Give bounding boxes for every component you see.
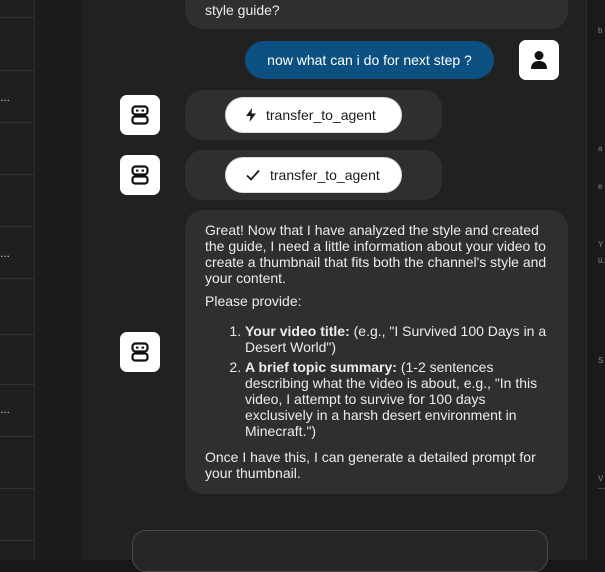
sidebar-divider [0, 226, 34, 227]
assistant-intro-text: Great! Now that I have analyzed the styl… [205, 222, 547, 286]
sidebar-divider [0, 436, 34, 437]
user-message-text: now what can i do for next step ? [267, 52, 472, 68]
right-panel-divider [598, 262, 605, 263]
assistant-message-body: Great! Now that I have analyzed the styl… [205, 222, 550, 481]
right-panel-text: e [598, 182, 603, 191]
right-panel-text: b [598, 26, 603, 35]
assistant-avatar [120, 155, 160, 195]
assistant-avatar [120, 95, 160, 135]
assistant-outro-text: Once I have this, I can generate a detai… [205, 449, 536, 481]
sidebar-divider [0, 17, 34, 18]
sidebar-divider [0, 384, 34, 385]
sidebar-item-ellipsis[interactable]: ... [0, 90, 10, 104]
right-panel-divider [598, 488, 605, 489]
tool-call-pill[interactable]: transfer_to_agent [225, 97, 402, 133]
right-panel-text: Y [598, 240, 604, 249]
message-input[interactable] [132, 530, 548, 572]
check-icon [246, 169, 260, 181]
list-item: A brief topic summary: (1-2 sentences de… [245, 359, 550, 439]
bolt-icon [246, 108, 256, 122]
sidebar-divider [0, 122, 34, 123]
user-message-bubble: now what can i do for next step ? [245, 41, 494, 79]
right-panel-text: V [598, 474, 604, 483]
right-panel-text: S [598, 356, 604, 365]
sidebar-divider [0, 488, 34, 489]
sidebar-item-ellipsis[interactable]: ... [0, 402, 10, 416]
user-avatar [519, 40, 559, 80]
assistant-please-text: Please provide: [205, 293, 302, 309]
previous-message-text: style guide? [205, 2, 280, 18]
request-list: Your video title: (e.g., "I Survived 100… [205, 323, 550, 439]
tool-call-label: transfer_to_agent [266, 107, 376, 123]
sidebar-divider [0, 70, 34, 71]
list-item-bold: Your video title: [245, 323, 350, 339]
sidebar-item-ellipsis[interactable]: ... [0, 246, 10, 260]
list-item: Your video title: (e.g., "I Survived 100… [245, 323, 550, 355]
sidebar-gutter [35, 0, 81, 560]
right-panel-text: a [598, 144, 603, 153]
robot-icon [131, 342, 149, 362]
left-sidebar: ... ... ... [0, 0, 35, 560]
assistant-avatar [120, 332, 160, 372]
sidebar-divider [0, 174, 34, 175]
list-item-bold: A brief topic summary: [245, 359, 397, 375]
sidebar-divider [0, 278, 34, 279]
robot-icon [131, 105, 149, 125]
user-icon [531, 51, 547, 69]
tool-result-pill[interactable]: transfer_to_agent [225, 157, 402, 193]
tool-result-label: transfer_to_agent [270, 167, 380, 183]
sidebar-divider [0, 334, 34, 335]
sidebar-divider [0, 540, 34, 541]
robot-icon [131, 165, 149, 185]
